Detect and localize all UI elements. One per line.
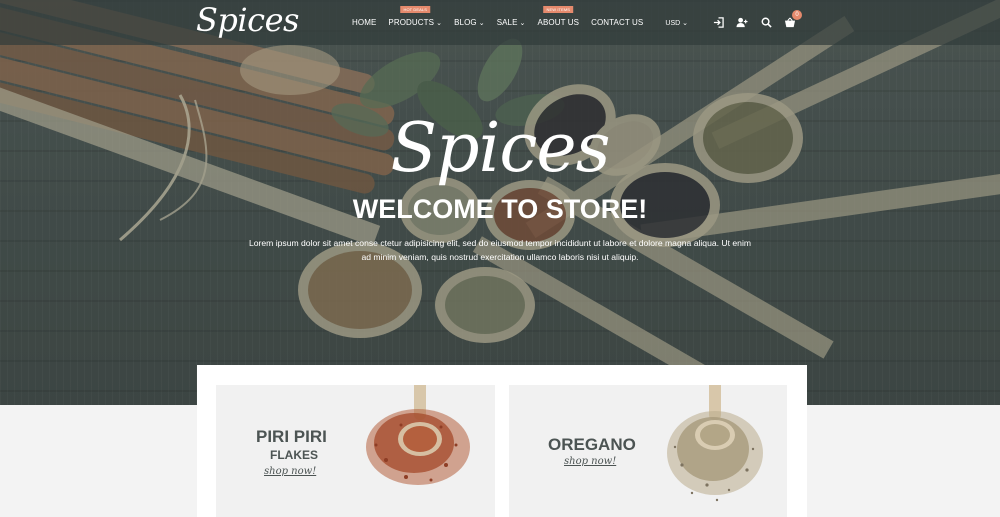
sign-in-icon[interactable]	[712, 17, 724, 29]
hero-script-title: Spices	[390, 109, 610, 188]
cart-count-badge: 0	[792, 9, 802, 20]
currency-label: USD	[665, 19, 681, 27]
hot-deals-badge: HOT DEALS	[400, 6, 430, 13]
piri-piri-spoon-image	[366, 385, 470, 485]
nav-home[interactable]: HOME	[352, 0, 376, 45]
chevron-down-icon: ⌄	[436, 19, 443, 27]
chevron-down-icon: ⌄	[519, 19, 526, 27]
nav-products-label: PRODUCTS	[388, 18, 435, 27]
cart-icon[interactable]: 0	[784, 9, 802, 29]
hero-title: WELCOME TO STORE!	[352, 194, 648, 224]
promo-card-piri-piri[interactable]: PIRI PIRI FLAKES shop now!	[216, 385, 495, 517]
new-items-badge: NEW ITEMS	[543, 6, 574, 13]
promo-title: OREGANO	[548, 435, 636, 454]
oregano-spoon-image	[667, 385, 763, 502]
nav-products[interactable]: HOT DEALS PRODUCTS ⌄	[388, 0, 442, 45]
promo-subtitle: FLAKES	[270, 448, 318, 462]
chevron-down-icon: ⌄	[478, 19, 485, 27]
shop-now-link[interactable]: shop now!	[564, 456, 616, 467]
header-utilities: USD ⌄ 0	[665, 0, 802, 45]
promo-title: PIRI PIRI	[256, 427, 327, 446]
nav-sale[interactable]: SALE ⌄	[497, 0, 526, 45]
nav-contact-us[interactable]: CONTACT US	[591, 0, 643, 45]
site-header: Spices HOME HOT DEALS PRODUCTS ⌄ BLOG ⌄ …	[0, 0, 1000, 45]
search-icon[interactable]	[760, 17, 772, 29]
nav-home-label: HOME	[352, 18, 377, 27]
promo-card-oregano[interactable]: OREGANO shop now!	[509, 385, 787, 517]
nav-blog-label: BLOG	[454, 18, 477, 27]
nav-about-label: ABOUT US	[537, 18, 580, 27]
promo-section: PIRI PIRI FLAKES shop now! OREGANO shop …	[197, 365, 807, 517]
site-logo[interactable]: Spices	[196, 0, 299, 45]
nav-contact-label: CONTACT US	[591, 18, 644, 27]
chevron-down-icon: ⌄	[682, 19, 688, 27]
nav-sale-label: SALE	[496, 18, 518, 27]
nav-blog[interactable]: BLOG ⌄	[454, 0, 485, 45]
shop-now-link[interactable]: shop now!	[264, 466, 316, 477]
add-user-icon[interactable]	[736, 17, 748, 29]
currency-selector[interactable]: USD ⌄	[665, 19, 688, 27]
hero-description: Lorem ipsum dolor sit amet conse ctetur …	[248, 238, 752, 262]
nav-about-us[interactable]: NEW ITEMS ABOUT US	[538, 0, 580, 45]
main-nav: HOME HOT DEALS PRODUCTS ⌄ BLOG ⌄ SALE ⌄ …	[346, 0, 649, 45]
